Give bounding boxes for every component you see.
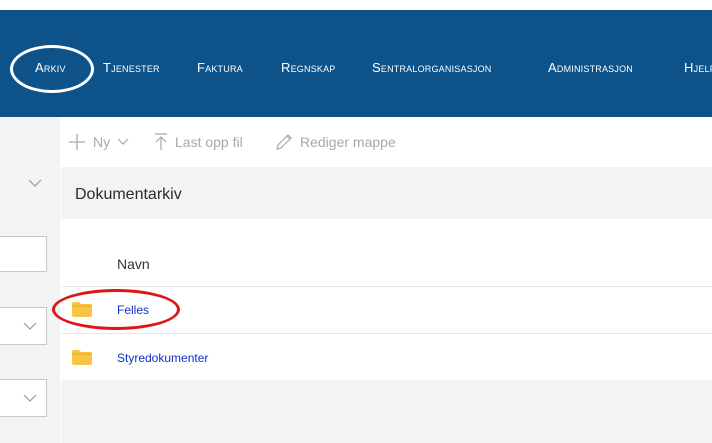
chevron-down-icon [117,138,129,145]
command-bar: Ny Last opp fil Rediger mappe [61,117,433,167]
edit-folder-label: Rediger mappe [300,134,396,150]
highlight-circle-red [52,289,180,330]
nav-item-tjenester[interactable]: Tjenester [103,60,160,75]
nav-item-faktura[interactable]: Faktura [197,60,243,75]
divider [61,333,712,334]
sidebar-dropdown-bottom[interactable] [0,379,47,417]
folder-link-styredokumenter[interactable]: Styredokumenter [117,351,208,365]
sidebar [0,117,60,443]
plus-icon [69,134,85,150]
divider [61,286,712,287]
nav-item-regnskap[interactable]: Regnskap [281,60,336,75]
upload-file-button[interactable]: Last opp fil [154,117,243,167]
column-header-name[interactable]: Navn [117,256,150,272]
highlight-circle-white [10,45,94,93]
pencil-icon [276,134,292,150]
page-title: Dokumentarkiv [75,186,182,203]
chevron-down-icon [23,394,37,402]
chevron-down-icon [28,179,42,187]
edit-folder-button[interactable]: Rediger mappe [275,117,396,167]
new-button-label: Ny [93,134,111,150]
folder-icon [72,350,92,365]
sidebar-search-field[interactable] [0,236,47,272]
sidebar-dropdown-top[interactable] [0,169,46,205]
upload-file-label: Last opp fil [175,134,243,150]
upload-icon [155,133,167,150]
new-button[interactable]: Ny [68,117,129,167]
nav-item-hjelp[interactable]: Hjelp [684,60,712,75]
chevron-down-icon [23,322,37,330]
sidebar-dropdown-middle[interactable] [0,307,47,345]
nav-item-administrasjon[interactable]: Administrasjon [548,60,633,75]
top-navigation-bar: Arkiv Tjenester Faktura Regnskap Sentral… [0,10,712,117]
nav-item-sentralorganisasjon[interactable]: Sentralorganisasjon [372,60,492,75]
